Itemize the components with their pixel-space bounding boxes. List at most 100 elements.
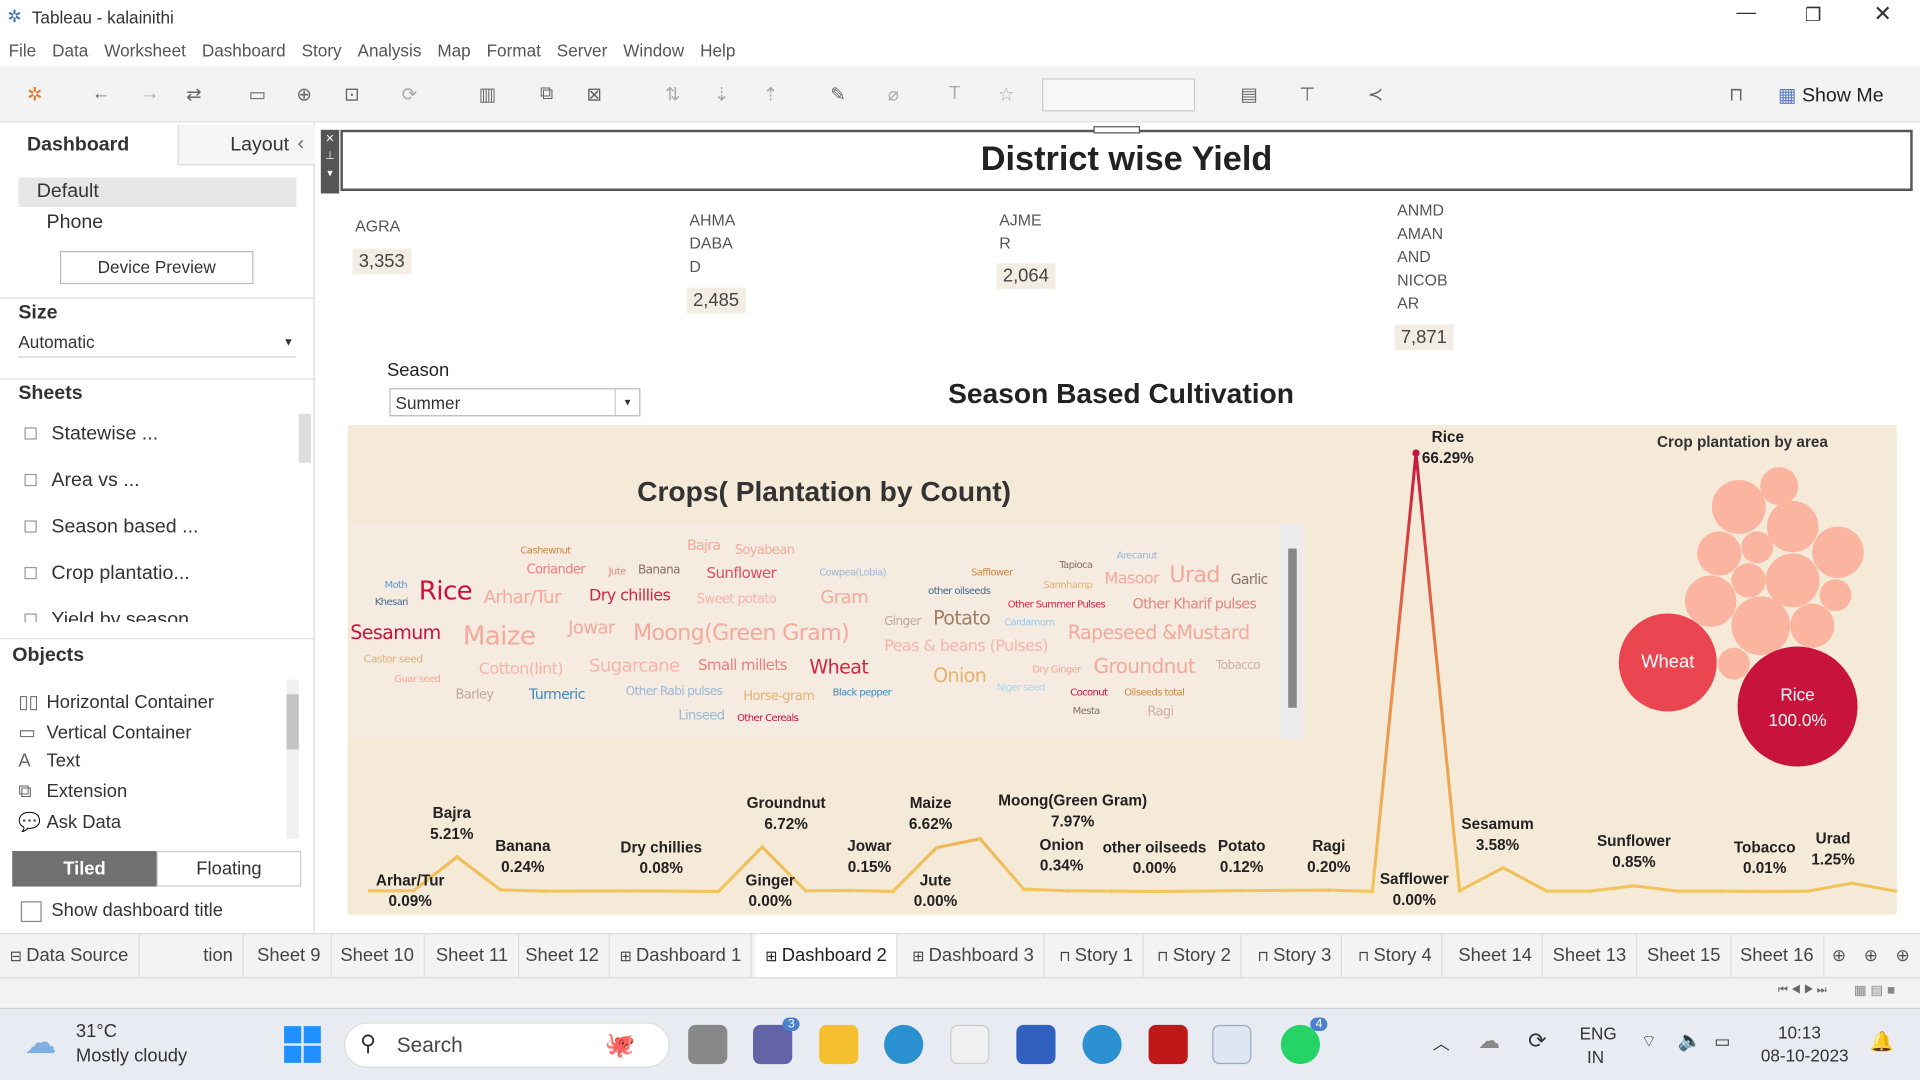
line-point[interactable]: [1850, 881, 1854, 886]
sheet-tab[interactable]: Sheet 13: [1543, 934, 1638, 979]
line-point[interactable]: [1370, 889, 1375, 894]
volume-icon[interactable]: 🔈: [1678, 1029, 1702, 1053]
sheet-tab[interactable]: Sheet 12: [516, 934, 610, 979]
crop-bubble[interactable]: [1731, 563, 1766, 598]
line-point[interactable]: [1239, 888, 1244, 893]
line-point[interactable]: [1065, 888, 1070, 893]
sheet-tab-label: Sheet 14: [1458, 945, 1532, 967]
sheet-tab[interactable]: ⊓ Story 4: [1348, 934, 1443, 979]
store-icon[interactable]: [950, 1024, 990, 1065]
crop-bubble[interactable]: [1819, 579, 1852, 612]
help-icon[interactable]: [1082, 1024, 1122, 1065]
line-point[interactable]: [629, 889, 634, 893]
sheet-tab[interactable]: ⊟ Data Source: [0, 934, 140, 979]
crop-bubble[interactable]: [1790, 603, 1835, 648]
sheet-tab[interactable]: ⊓ Story 3: [1248, 934, 1343, 979]
line-point[interactable]: [455, 855, 459, 859]
sheet-tab[interactable]: ⊓ Story 1: [1049, 934, 1144, 979]
line-point[interactable]: [367, 889, 372, 893]
line-point[interactable]: [1021, 887, 1026, 892]
tab-type-icon: ⊞: [619, 947, 636, 965]
new-sheet-icon[interactable]: ⊕: [1832, 945, 1846, 966]
task-view-icon[interactable]: [688, 1024, 728, 1065]
line-point[interactable]: [803, 888, 808, 893]
line-point[interactable]: [1762, 889, 1767, 894]
myhp-icon[interactable]: [1016, 1024, 1056, 1065]
sheet-tab[interactable]: tion: [193, 934, 244, 979]
mcafee-icon[interactable]: [1148, 1024, 1188, 1065]
onedrive-icon[interactable]: ☁: [1478, 1029, 1500, 1055]
line-point[interactable]: [978, 836, 982, 841]
line-point[interactable]: [498, 888, 503, 892]
teams-icon[interactable]: 3: [753, 1017, 800, 1065]
start-icon[interactable]: [284, 1026, 321, 1063]
line-point[interactable]: [1412, 449, 1420, 457]
line-point[interactable]: [891, 889, 895, 894]
crop-bubble[interactable]: [1812, 526, 1864, 578]
line-point[interactable]: [542, 889, 547, 893]
sheet-tab[interactable]: Sheet 11: [426, 934, 520, 979]
crop-bubble[interactable]: [1684, 575, 1737, 627]
line-point[interactable]: [847, 888, 852, 893]
line-point[interactable]: [1893, 889, 1898, 893]
notification-icon[interactable]: 🔔: [1870, 1030, 1894, 1054]
line-label-name: Moong(Green Gram): [998, 792, 1148, 810]
new-story-icon[interactable]: ⊕: [1896, 945, 1910, 966]
edge-icon[interactable]: [884, 1024, 924, 1065]
file-explorer-icon[interactable]: [819, 1024, 859, 1065]
sync-icon[interactable]: ⟳: [1528, 1029, 1546, 1055]
sheet-tab[interactable]: ⊞ Dashboard 2: [755, 934, 898, 979]
line-point[interactable]: [1544, 889, 1549, 893]
crop-bubble[interactable]: [1741, 531, 1774, 564]
crop-bubble[interactable]: [1766, 500, 1819, 553]
sheet-tab[interactable]: Sheet 14: [1449, 934, 1543, 979]
line-point[interactable]: [1632, 883, 1636, 888]
line-point[interactable]: [585, 889, 590, 893]
sheet-tab[interactable]: ⊓ Story 2: [1147, 934, 1242, 979]
new-dashboard-icon[interactable]: ⊕: [1864, 945, 1878, 966]
view-mode-icons[interactable]: ▦ ▤ ■: [1854, 982, 1895, 998]
crop-bubble[interactable]: [1765, 553, 1820, 608]
crop-bubble[interactable]: [1760, 467, 1799, 506]
line-point[interactable]: [1326, 888, 1331, 892]
lang-eng[interactable]: ENG: [1580, 1024, 1617, 1044]
crop-bubble[interactable]: [1697, 531, 1742, 576]
line-point[interactable]: [1283, 888, 1288, 893]
lang-in[interactable]: IN: [1587, 1047, 1604, 1067]
weather-icon[interactable]: ☁: [24, 1024, 56, 1062]
clock-time[interactable]: 10:13: [1778, 1022, 1821, 1042]
tab-nav-icons[interactable]: ⏮ ◀ ▶ ⏭: [1778, 983, 1827, 996]
line-point[interactable]: [1109, 889, 1113, 893]
sheet-tab[interactable]: Sheet 10: [331, 934, 425, 979]
tableau-taskbar-icon[interactable]: [1212, 1024, 1252, 1065]
clock-date[interactable]: 08-10-2023: [1761, 1046, 1849, 1066]
line-point[interactable]: [673, 889, 677, 893]
rice-bubble[interactable]: [1737, 646, 1858, 767]
line-point[interactable]: [934, 845, 939, 850]
sheet-tab[interactable]: Sheet 16: [1730, 934, 1825, 979]
line-point[interactable]: [1501, 865, 1506, 870]
crop-bubble[interactable]: [1717, 647, 1750, 680]
tray-chevron-icon[interactable]: ︿: [1433, 1031, 1450, 1055]
sheet-tab[interactable]: ⊞ Dashboard 1: [610, 934, 753, 979]
sheet-tab[interactable]: Sheet 9: [247, 934, 332, 979]
line-data-label: Rice 66.29%: [1422, 427, 1474, 469]
line-point[interactable]: [716, 889, 721, 894]
crop-bubble[interactable]: [1711, 480, 1766, 534]
line-point[interactable]: [1152, 889, 1157, 894]
line-point[interactable]: [1457, 888, 1462, 893]
sheet-tab[interactable]: Sheet 15: [1637, 934, 1732, 979]
battery-icon[interactable]: ▭: [1714, 1031, 1730, 1052]
whatsapp-icon[interactable]: 4: [1280, 1017, 1328, 1065]
line-point[interactable]: [1675, 889, 1680, 893]
line-point[interactable]: [1588, 889, 1593, 893]
line-point[interactable]: [760, 845, 764, 849]
line-point[interactable]: [1806, 889, 1811, 893]
taskbar-search[interactable]: ⚲ Search 🐙: [344, 1022, 670, 1068]
wifi-icon[interactable]: ⌔: [1641, 1031, 1657, 1053]
crop-bubble[interactable]: [1731, 596, 1791, 656]
line-point[interactable]: [1196, 889, 1200, 893]
sheet-tab[interactable]: ⊞ Dashboard 3: [902, 934, 1045, 979]
line-point[interactable]: [1719, 889, 1723, 893]
line-label-value: 0.08%: [639, 859, 683, 877]
